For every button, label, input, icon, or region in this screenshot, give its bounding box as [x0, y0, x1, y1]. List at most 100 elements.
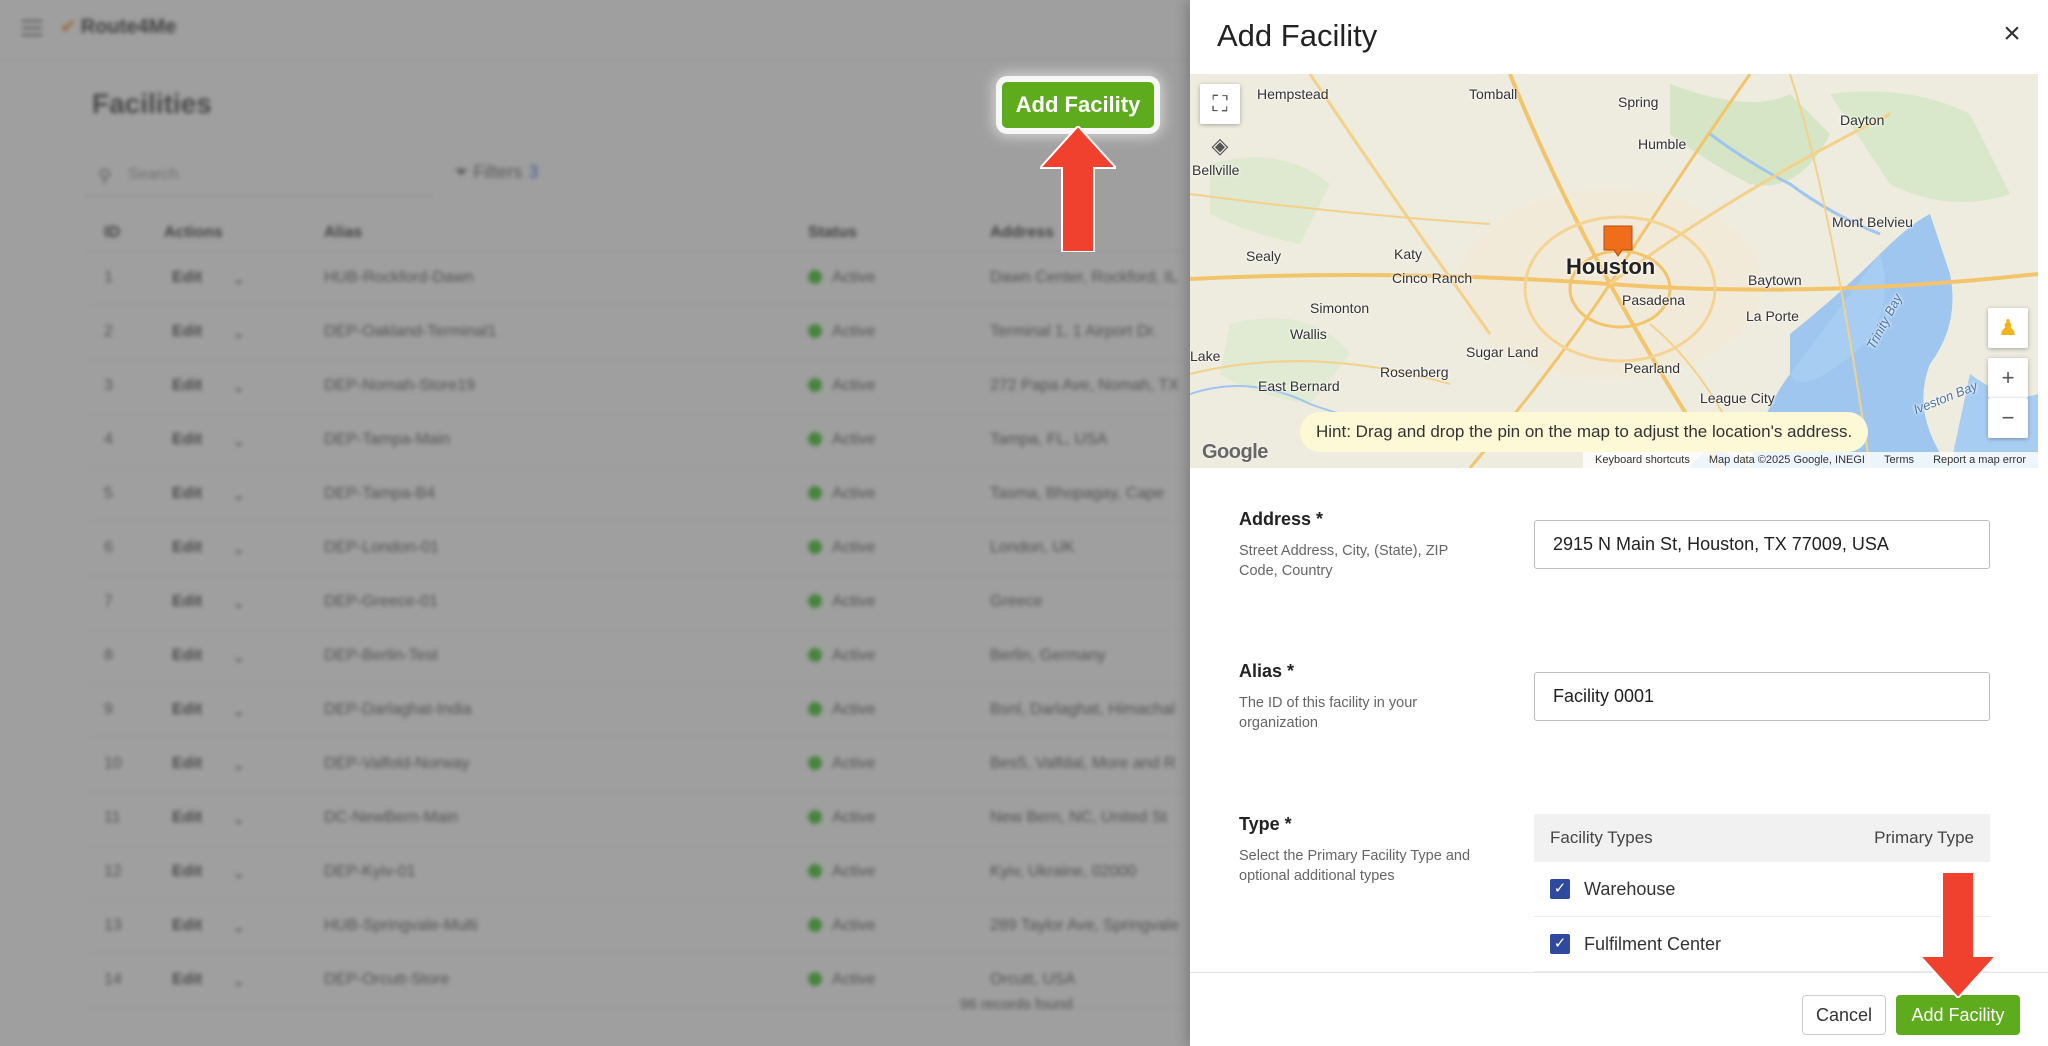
actions-dropdown-icon[interactable]: ⌄ [232, 755, 245, 775]
address-help-text: Street Address, City, (State), ZIP Code,… [1239, 543, 1448, 579]
edit-action-button[interactable]: Edit [172, 485, 202, 503]
street-view-pegman-icon[interactable]: ♟ [1988, 308, 2028, 348]
table-row[interactable]: 2 Edit DEP-Oakland-Terminal1 Active Terminal… [84, 306, 1184, 360]
cell-id: 10 [104, 755, 122, 772]
map-label: Baytown [1748, 272, 1802, 288]
actions-dropdown-icon[interactable]: ⌄ [232, 809, 245, 829]
table-body: 1 Edit HUB-Rockford-Dawn Active Dawn Center,… [84, 252, 1184, 1008]
actions-dropdown-icon[interactable]: ⌄ [232, 917, 245, 937]
table-row[interactable]: 9 Edit DEP-Darlaghat-India Active Bsnl, Darl… [84, 684, 1184, 738]
map-layers-icon[interactable]: ◈ [1200, 126, 1240, 166]
actions-dropdown-icon[interactable]: ⌄ [232, 323, 245, 343]
edit-action-button[interactable]: Edit [172, 809, 202, 827]
actions-dropdown-icon[interactable]: ⌄ [232, 377, 245, 397]
actions-dropdown-icon[interactable]: ⌄ [232, 593, 245, 613]
table-row[interactable]: 12 Edit DEP-Kyiv-01 Active Kyiv, Ukraine, 02… [84, 846, 1184, 900]
status-dot-icon [808, 648, 822, 662]
zoom-out-icon[interactable]: − [1988, 398, 2028, 438]
terms-link[interactable]: Terms [1884, 454, 1914, 466]
hamburger-menu-icon[interactable] [22, 20, 42, 36]
status-text: Active [832, 701, 876, 718]
column-header-alias[interactable]: Alias [324, 224, 362, 242]
cell-address: Berlin, Germany [990, 647, 1106, 664]
annotation-arrow-down-icon [1920, 872, 1996, 998]
logo-text: Route4Me [80, 16, 177, 38]
zoom-in-icon[interactable]: + [1988, 358, 2028, 398]
edit-action-button[interactable]: Edit [172, 647, 202, 665]
map-label: East Bernard [1258, 378, 1340, 394]
keyboard-shortcuts-link[interactable]: Keyboard shortcuts [1595, 454, 1690, 466]
cell-id: 12 [104, 863, 122, 880]
cell-address: 289 Taylor Ave, Springvale [990, 917, 1179, 934]
cell-address: London, UK [990, 539, 1075, 556]
add-facility-button-highlighted[interactable]: Add Facility [1002, 82, 1154, 128]
table-row[interactable]: 6 Edit DEP-London-01 Active London, UK ⌄ [84, 522, 1184, 576]
cell-alias: DEP-Darlaghat-India [324, 701, 472, 718]
fullscreen-icon[interactable]: ⛶ [1200, 84, 1240, 124]
actions-dropdown-icon[interactable]: ⌄ [232, 971, 245, 991]
cell-id: 7 [104, 593, 113, 610]
status-dot-icon [808, 324, 822, 338]
address-input[interactable] [1534, 520, 1990, 569]
table-row[interactable]: 4 Edit DEP-Tampa-Main Active Tampa, FL, USA ⌄ [84, 414, 1184, 468]
column-header-id[interactable]: ID [104, 224, 120, 242]
actions-dropdown-icon[interactable]: ⌄ [232, 539, 245, 559]
status-badge: Active [808, 701, 876, 719]
edit-action-button[interactable]: Edit [172, 323, 202, 341]
actions-dropdown-icon[interactable]: ⌄ [232, 863, 245, 883]
checkbox-checked-icon[interactable]: ✓ [1550, 934, 1570, 954]
status-text: Active [832, 431, 876, 448]
map-label: Pasadena [1622, 292, 1686, 308]
edit-action-button[interactable]: Edit [172, 863, 202, 881]
cell-address: Greece [990, 593, 1043, 610]
actions-dropdown-icon[interactable]: ⌄ [232, 431, 245, 451]
status-badge: Active [808, 377, 876, 395]
map-data-text: Map data ©2025 Google, INEGI [1708, 454, 1865, 466]
edit-action-button[interactable]: Edit [172, 269, 202, 287]
actions-dropdown-icon[interactable]: ⌄ [232, 485, 245, 505]
cancel-button[interactable]: Cancel [1802, 995, 1886, 1035]
google-logo[interactable]: Google [1202, 441, 1268, 464]
edit-action-button[interactable]: Edit [172, 971, 202, 989]
table-row[interactable]: 8 Edit DEP-Berlin-Test Active Berlin, German… [84, 630, 1184, 684]
status-badge: Active [808, 755, 876, 773]
checkbox-checked-icon[interactable]: ✓ [1550, 879, 1570, 899]
status-badge: Active [808, 971, 876, 989]
cell-address: Kyiv, Ukraine, 02000 [990, 863, 1137, 880]
filters-button[interactable]: ⏷ Filters 3 [454, 162, 538, 183]
status-badge: Active [808, 431, 876, 449]
edit-action-button[interactable]: Edit [172, 755, 202, 773]
add-facility-submit-button[interactable]: Add Facility [1896, 995, 2020, 1035]
table-row[interactable]: 10 Edit DEP-Valfold-Norway Active Bes5, Valf… [84, 738, 1184, 792]
actions-dropdown-icon[interactable]: ⌄ [232, 269, 245, 289]
status-text: Active [832, 863, 876, 880]
status-dot-icon [808, 918, 822, 932]
table-row[interactable]: 5 Edit DEP-Tampa-B4 Active Tasma, Bhopagay, … [84, 468, 1184, 522]
cell-address: Terminal 1, 1 Airport Dr. [990, 323, 1158, 340]
edit-action-button[interactable]: Edit [172, 593, 202, 611]
actions-dropdown-icon[interactable]: ⌄ [232, 647, 245, 667]
table-row[interactable]: 11 Edit DC-NewBern-Main Active New Bern, NC,… [84, 792, 1184, 846]
edit-action-button[interactable]: Edit [172, 377, 202, 395]
table-row[interactable]: 3 Edit DEP-Nomah-Store19 Active 272 Papa Ave… [84, 360, 1184, 414]
cell-alias: HUB-Rockford-Dawn [324, 269, 474, 286]
edit-action-button[interactable]: Edit [172, 539, 202, 557]
edit-action-button[interactable]: Edit [172, 917, 202, 935]
status-badge: Active [808, 647, 876, 665]
table-row[interactable]: 1 Edit HUB-Rockford-Dawn Active Dawn Center,… [84, 252, 1184, 306]
edit-action-button[interactable]: Edit [172, 701, 202, 719]
report-map-error-link[interactable]: Report a map error [1933, 454, 2026, 466]
actions-dropdown-icon[interactable]: ⌄ [232, 701, 245, 721]
app-logo[interactable]: ✔ Route4Me [60, 14, 176, 39]
search-input[interactable]: ⚲ Search [84, 156, 434, 196]
table-toolbar: ⚲ Search ⏷ Filters 3 [84, 150, 1184, 204]
map-hint-tooltip: Hint: Drag and drop the pin on the map t… [1300, 412, 1869, 452]
table-row[interactable]: 13 Edit HUB-Springvale-Multi Active 289 Tayl… [84, 900, 1184, 954]
alias-input[interactable] [1534, 672, 1990, 721]
map-label: Bellville [1192, 162, 1240, 178]
close-icon[interactable]: × [1994, 16, 2030, 52]
edit-action-button[interactable]: Edit [172, 431, 202, 449]
table-row[interactable]: 7 Edit DEP-Greece-01 Active Greece ⌄ [84, 576, 1184, 630]
location-map[interactable]: ⛶ ◈ Hempstead Tomball Spring Dayton Humb… [1190, 74, 2038, 468]
column-header-status[interactable]: Status [808, 224, 857, 242]
